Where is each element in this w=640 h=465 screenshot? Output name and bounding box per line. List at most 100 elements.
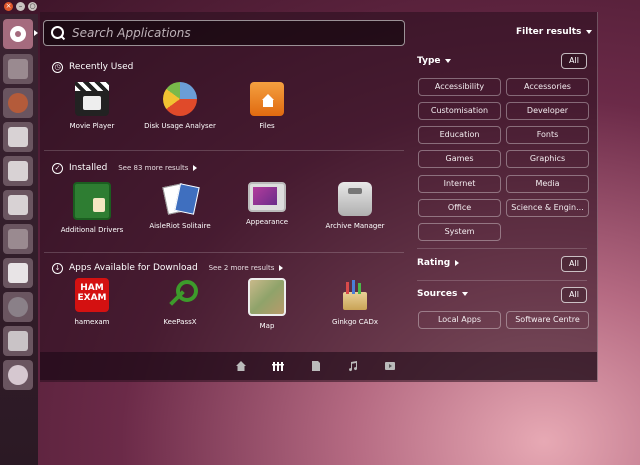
- app-label: AisleRiot Solitaire: [149, 222, 211, 230]
- launcher-ubuntu-one[interactable]: [3, 258, 33, 288]
- app-label: hamexam: [74, 318, 110, 326]
- app-files[interactable]: Files: [222, 82, 312, 130]
- chevron-right-icon: [279, 265, 284, 271]
- minimize-button[interactable]: –: [16, 2, 25, 11]
- monitor-icon: [248, 182, 286, 212]
- filter-title: Filter results: [516, 27, 582, 37]
- playing-cards-icon: [162, 182, 200, 216]
- see-more-installed-link[interactable]: See 83 more results: [118, 164, 198, 172]
- source-chip-local-apps[interactable]: Local Apps: [418, 311, 501, 329]
- app-label: Ginkgo CADx: [331, 318, 379, 326]
- chevron-right-icon: [455, 259, 460, 266]
- type-chip-accessibility[interactable]: Accessibility: [418, 78, 501, 96]
- app-map[interactable]: Map: [222, 278, 312, 330]
- type-chip-office[interactable]: Office: [418, 199, 501, 217]
- rating-filter-header[interactable]: Rating: [417, 258, 460, 268]
- rating-label: Rating: [417, 258, 451, 268]
- sources-all-button[interactable]: All: [561, 287, 587, 303]
- app-label: Movie Player: [69, 122, 115, 130]
- launcher: [0, 14, 38, 465]
- type-chip-games[interactable]: Games: [418, 150, 501, 168]
- launcher-cd[interactable]: [3, 360, 33, 390]
- download-icon: ↓: [52, 263, 63, 274]
- archive-icon: [338, 182, 372, 216]
- type-chip-customisation[interactable]: Customisation: [418, 102, 501, 120]
- type-chip-accessories[interactable]: Accessories: [506, 78, 589, 96]
- launcher-writer[interactable]: [3, 122, 33, 152]
- software-centre-icon: [8, 229, 28, 249]
- ubuntu-logo-icon: [10, 26, 26, 42]
- key-icon: [163, 278, 198, 312]
- rating-all-button[interactable]: All: [561, 256, 587, 272]
- ham-exam-icon: HAM EXAM: [75, 278, 109, 312]
- filter-results-toggle[interactable]: Filter results: [516, 27, 593, 37]
- sources-filter-header[interactable]: Sources: [417, 289, 469, 299]
- app-label: Files: [259, 122, 275, 130]
- divider: [44, 252, 404, 253]
- section-title: Recently Used: [69, 62, 134, 72]
- app-movie-player[interactable]: Movie Player: [47, 82, 137, 130]
- disc-icon: [8, 365, 28, 385]
- app-ginkgo-cadx[interactable]: Ginkgo CADx: [310, 278, 400, 326]
- sources-label: Sources: [417, 289, 458, 299]
- active-indicator-arrow: [34, 30, 38, 36]
- ginkgo-icon: [338, 278, 372, 312]
- app-label: Map: [259, 322, 275, 330]
- launcher-settings[interactable]: [3, 292, 33, 322]
- type-label: Type: [417, 56, 441, 66]
- lens-bar: [40, 352, 597, 380]
- type-chip-developer[interactable]: Developer: [506, 102, 589, 120]
- source-chip-software-centre[interactable]: Software Centre: [506, 311, 589, 329]
- launcher-firefox[interactable]: [3, 88, 33, 118]
- type-chip-graphics[interactable]: Graphics: [506, 150, 589, 168]
- app-label: Appearance: [245, 218, 289, 226]
- dash-home-button[interactable]: [3, 19, 33, 49]
- installed-header: ✓ Installed See 83 more results: [52, 163, 198, 174]
- app-hamexam[interactable]: HAM EXAM hamexam: [47, 278, 137, 326]
- ubuntu-one-icon: [8, 263, 28, 283]
- section-title: Apps Available for Download: [69, 263, 198, 273]
- launcher-software-centre[interactable]: [3, 224, 33, 254]
- launcher-impress[interactable]: [3, 190, 33, 220]
- divider: [44, 150, 404, 151]
- folder-icon: [8, 59, 28, 79]
- app-disk-usage-analyser[interactable]: Disk Usage Analyser: [135, 82, 225, 130]
- app-label: Disk Usage Analyser: [144, 122, 216, 130]
- chevron-down-icon: [445, 58, 452, 63]
- home-icon[interactable]: [235, 360, 247, 372]
- search-box[interactable]: [43, 20, 405, 46]
- app-archive-manager[interactable]: Archive Manager: [310, 182, 400, 230]
- type-chip-system[interactable]: System: [418, 223, 501, 241]
- type-chip-fonts[interactable]: Fonts: [506, 126, 589, 144]
- close-button[interactable]: ×: [4, 2, 13, 11]
- chevron-down-icon: [462, 291, 469, 296]
- recently-used-header: ◷ Recently Used: [52, 62, 134, 73]
- type-filter-header[interactable]: Type: [417, 56, 452, 66]
- launcher-files[interactable]: [3, 54, 33, 84]
- type-chip-education[interactable]: Education: [418, 126, 501, 144]
- writer-icon: [8, 127, 28, 147]
- check-icon: ✓: [52, 163, 63, 174]
- launcher-calc[interactable]: [3, 156, 33, 186]
- search-input[interactable]: [70, 23, 394, 43]
- app-appearance[interactable]: Appearance: [222, 182, 312, 226]
- type-chip-media[interactable]: Media: [506, 175, 589, 193]
- maximize-button[interactable]: ○: [28, 2, 37, 11]
- type-chip-internet[interactable]: Internet: [418, 175, 501, 193]
- video-icon[interactable]: [384, 360, 396, 372]
- see-more-download-link[interactable]: See 2 more results: [209, 264, 284, 272]
- applications-icon[interactable]: [272, 360, 284, 372]
- type-all-button[interactable]: All: [561, 53, 587, 69]
- app-keepassx[interactable]: KeePassX: [135, 278, 225, 326]
- home-folder-icon: [250, 82, 284, 116]
- calc-icon: [8, 161, 28, 181]
- app-label: KeePassX: [163, 318, 197, 326]
- type-chip-science-engineering[interactable]: Science & Engin...: [506, 199, 589, 217]
- music-icon[interactable]: [347, 360, 359, 372]
- pie-chart-icon: [163, 82, 197, 116]
- section-title: Installed: [69, 163, 108, 173]
- app-additional-drivers[interactable]: Additional Drivers: [47, 182, 137, 234]
- files-icon[interactable]: [310, 360, 322, 372]
- launcher-workspaces[interactable]: [3, 326, 33, 356]
- app-aisleriot-solitaire[interactable]: AisleRiot Solitaire: [135, 182, 225, 230]
